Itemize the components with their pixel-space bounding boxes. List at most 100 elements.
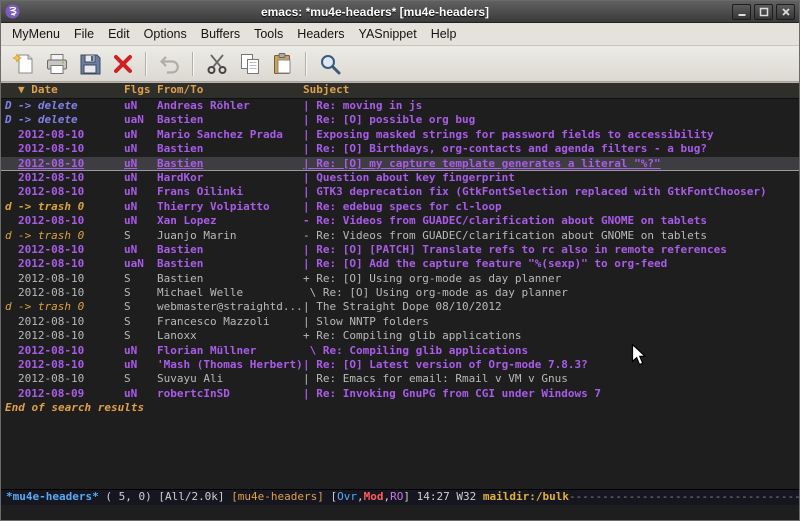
message-row[interactable]: D -> delete uN Andreas Röhler | Re: movi… [1,99,799,113]
message-flags: S [124,372,157,386]
message-subject: | Re: [O] my capture template generates … [303,157,799,171]
close-button[interactable] [776,4,795,20]
header-flags-column[interactable]: Flgs [124,83,157,97]
tool-button-undo[interactable] [153,49,186,79]
maximize-button[interactable] [754,4,773,20]
tool-button-search[interactable] [313,49,346,79]
message-mark: d [5,300,18,314]
message-row[interactable]: 2012-08-10 uN 'Mash (Thomas Herbert) | R… [1,358,799,372]
message-flags: uN [124,128,157,142]
message-subject: | Re: edebug specs for cl-loop [303,200,799,214]
menu-item-file[interactable]: File [67,24,101,44]
toolbar [1,46,799,82]
cut-icon [205,52,229,76]
message-mark [5,372,18,386]
message-flags: S [124,329,157,343]
modeline-dashes: ----------------------------------------… [569,490,799,504]
tool-button-paste[interactable] [266,49,299,79]
tool-button-save[interactable] [73,49,106,79]
emacs-window: emacs: *mu4e-headers* [mu4e-headers] MyM… [0,0,800,521]
message-flags: uN [124,171,157,185]
message-flags: S [124,286,157,300]
toolbar-separator [192,52,194,76]
message-flags: uaN [124,113,157,127]
tool-button-print[interactable] [40,49,73,79]
message-row[interactable]: 2012-08-10 uN Bastien | Re: [O] [PATCH] … [1,243,799,257]
modeline-major-mode: [mu4e-headers] [231,490,330,504]
buffer-area[interactable]: ▼ Date Flgs From/To Subject D -> delete … [1,82,799,520]
message-row[interactable]: 2012-08-10 uN Frans Oilinki | GTK3 depre… [1,185,799,199]
message-subject: - Re: Videos from GUADEC/clarification a… [303,229,799,243]
message-date: -> trash 0 [18,200,124,214]
message-subject: + Re: [O] Using org-mode as day planner [303,272,799,286]
message-row[interactable]: 2012-08-10 uN Mario Sanchez Prada | Expo… [1,128,799,142]
message-mark: d [5,200,18,214]
tool-button-new-file[interactable] [7,49,40,79]
message-row[interactable]: 2012-08-10 uN HardKor | Question about k… [1,171,799,185]
modeline-flag-modified: Mod [364,490,384,504]
minimize-button[interactable] [732,4,751,20]
message-from: Frans Oilinki [157,185,303,199]
minimize-icon [737,7,747,17]
modeline-flags-close: ] [403,490,416,504]
message-subject: | Question about key fingerprint [303,171,799,185]
header-subject-column[interactable]: Subject [303,83,799,97]
tool-button-copy[interactable] [233,49,266,79]
message-from: Bastien [157,142,303,156]
tool-button-close-buffer[interactable] [106,49,139,79]
message-date: 2012-08-10 [18,128,124,142]
message-mark [5,171,18,185]
menu-item-edit[interactable]: Edit [101,24,137,44]
buffer-empty-space [1,416,799,489]
menu-item-tools[interactable]: Tools [247,24,290,44]
header-from-column[interactable]: From/To [157,83,303,97]
menu-item-options[interactable]: Options [137,24,194,44]
menu-item-buffers[interactable]: Buffers [194,24,247,44]
message-date: 2012-08-10 [18,257,124,271]
message-mark: d [5,229,18,243]
message-row[interactable]: d -> trash 0 uN Thierry Volpiatto | Re: … [1,200,799,214]
message-row[interactable]: d -> trash 0 S Juanjo Marin - Re: Videos… [1,229,799,243]
modeline-separator: , [384,490,391,504]
window-title: emacs: *mu4e-headers* [mu4e-headers] [21,5,729,19]
message-subject: \ Re: [O] Using org-mode as day planner [303,286,799,300]
message-from: Xan Lopez [157,214,303,228]
message-row[interactable]: 2012-08-10 uN Bastien | Re: [O] my captu… [1,157,799,171]
message-from: Bastien [157,243,303,257]
message-row[interactable]: d -> trash 0 S webmaster@straightd... | … [1,300,799,314]
menu-item-help[interactable]: Help [424,24,464,44]
message-from: Bastien [157,157,303,171]
message-row[interactable]: 2012-08-10 S Francesco Mazzoli | Slow NN… [1,315,799,329]
message-flags: uN [124,387,157,401]
message-row[interactable]: 2012-08-10 S Lanoxx + Re: Compiling glib… [1,329,799,343]
message-row[interactable]: 2012-08-10 uN Xan Lopez - Re: Videos fro… [1,214,799,228]
message-from: Suvayu Ali [157,372,303,386]
mode-line[interactable]: *mu4e-headers* ( 5, 0) [All/2.0k] [mu4e-… [1,489,799,505]
message-from: Andreas Röhler [157,99,303,113]
message-row[interactable]: 2012-08-10 S Suvayu Ali | Re: Emacs for … [1,372,799,386]
print-icon [45,52,69,76]
message-from: Mario Sanchez Prada [157,128,303,142]
message-flags: uN [124,157,157,171]
message-date: 2012-08-10 [18,157,124,171]
emacs-logo-icon [5,4,20,19]
message-row[interactable]: 2012-08-10 uaN Bastien | Re: [O] Add the… [1,257,799,271]
message-mark: D [5,113,18,127]
menu-item-headers[interactable]: Headers [290,24,351,44]
message-row[interactable]: 2012-08-10 uN Bastien | Re: [O] Birthday… [1,142,799,156]
menu-item-yasnippet[interactable]: YASnippet [352,24,424,44]
message-row[interactable]: D -> delete uaN Bastien | Re: [O] possib… [1,113,799,127]
message-row[interactable]: 2012-08-10 S Bastien + Re: [O] Using org… [1,272,799,286]
header-date-column[interactable]: ▼ Date [18,83,124,97]
message-subject: \ Re: Compiling glib applications [303,344,799,358]
window-titlebar[interactable]: emacs: *mu4e-headers* [mu4e-headers] [1,1,799,23]
message-flags: uN [124,214,157,228]
emacs-icon[interactable] [5,4,21,20]
message-row[interactable]: 2012-08-10 S Michael Welle \ Re: [O] Usi… [1,286,799,300]
message-row[interactable]: 2012-08-09 uN robertcInSD | Re: Invoking… [1,387,799,401]
message-row[interactable]: 2012-08-10 uN Florian Müllner \ Re: Comp… [1,344,799,358]
toolbar-separator [305,52,307,76]
echo-area[interactable] [1,505,799,520]
tool-button-cut[interactable] [200,49,233,79]
menu-item-mymenu[interactable]: MyMenu [5,24,67,44]
